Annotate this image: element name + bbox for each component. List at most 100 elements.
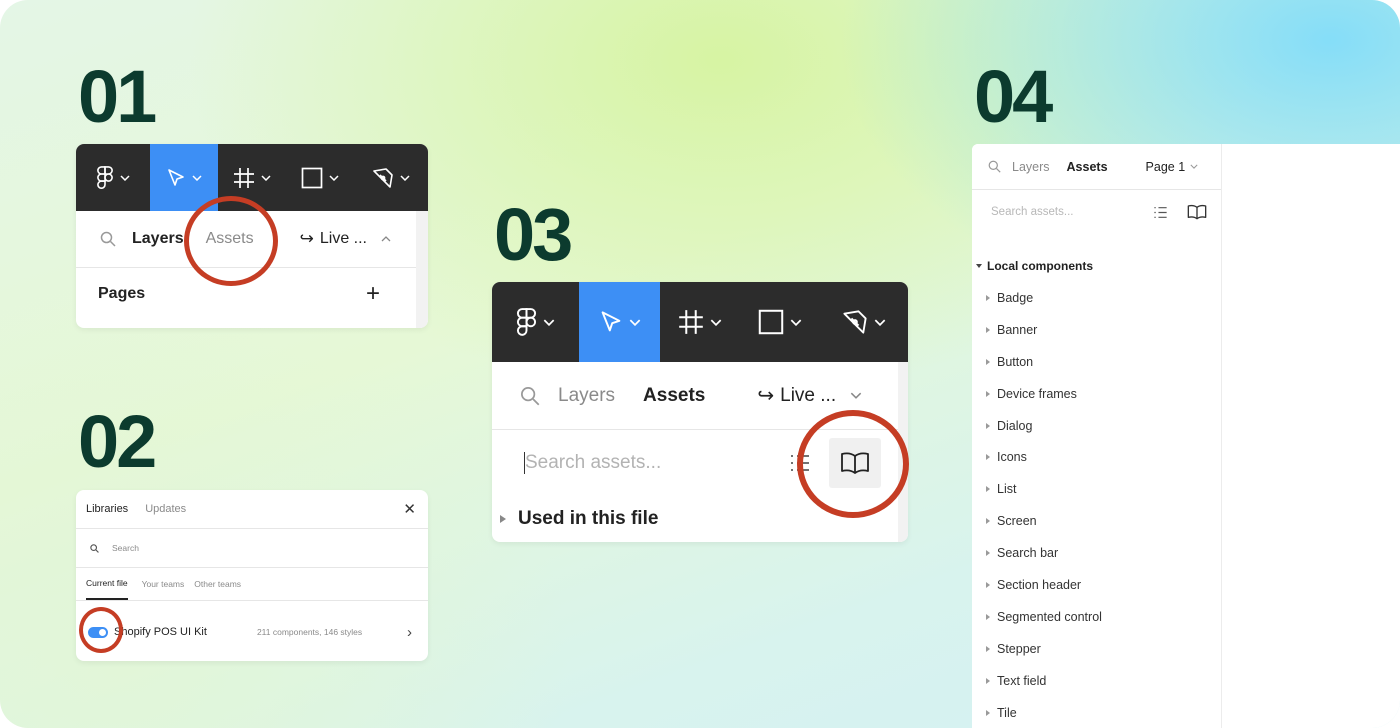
step-number-2: 02 [78,400,157,483]
book-icon[interactable] [1187,204,1207,220]
library-meta: 211 components, 146 styles [256,627,363,637]
step3-assets-panel: Layers Assets ↪ Live ... Search assets..… [492,282,908,542]
tab-assets[interactable]: Assets [643,385,705,407]
expand-triangle-icon [986,581,990,588]
assets-search-row: Search assets... [492,430,898,496]
tab-layers[interactable]: Layers [132,230,184,248]
filter-your-teams[interactable]: Your teams [142,579,185,589]
list-view-icon[interactable] [1153,205,1168,220]
component-item[interactable]: Device frames [972,378,1221,410]
component-item[interactable]: Section header [972,569,1221,601]
pen-tool-button[interactable] [820,282,908,362]
expand-triangle-icon [986,358,990,365]
chevron-down-icon [629,319,640,326]
move-tool-button[interactable] [579,282,660,362]
component-item[interactable]: Text field [972,665,1221,697]
shape-tool-button[interactable] [286,144,354,211]
library-row[interactable]: Shopify POS UI Kit 211 components, 146 s… [76,601,428,661]
move-tool-button[interactable] [150,144,218,211]
component-item[interactable]: Badge [972,282,1221,314]
component-item[interactable]: Search bar [972,537,1221,569]
tutorial-canvas: 01 02 03 04 Layers Assets ↪ Live ... Pag… [0,0,1400,728]
tab-assets[interactable]: Assets [1067,160,1108,174]
expand-triangle-icon [986,454,990,461]
chevron-down-icon[interactable] [850,392,862,399]
tab-assets[interactable]: Assets [206,230,254,248]
step4-search-row: Search assets... [972,190,1221,234]
figma-menu-button[interactable] [76,144,150,211]
tab-updates[interactable]: Updates [145,503,186,515]
chevron-down-icon [400,174,410,181]
expand-triangle-icon [986,294,990,301]
component-item[interactable]: Dialog [972,410,1221,442]
chevron-down-icon [790,319,802,326]
chevron-down-icon [329,174,339,181]
component-name: Device frames [997,386,1077,401]
component-item[interactable]: List [972,473,1221,505]
tab-layers[interactable]: Layers [1012,160,1050,174]
frame-grid-icon [679,310,703,334]
search-icon [100,231,116,247]
used-in-file-row[interactable]: Used in this file [492,496,898,542]
component-item[interactable]: Tile [972,697,1221,728]
chevron-down-icon [120,174,130,181]
filter-current-file[interactable]: Current file [86,568,128,600]
filter-other-teams[interactable]: Other teams [194,579,241,589]
expand-triangle-icon [986,677,990,684]
chevron-up-icon[interactable] [381,236,391,242]
close-icon[interactable]: ✕ [403,500,416,518]
pen-nib-icon [843,310,867,334]
shape-tool-button[interactable] [740,282,820,362]
chevron-right-icon[interactable]: › [407,624,412,641]
library-toggle[interactable] [88,626,108,638]
frame-tool-button[interactable] [218,144,286,211]
component-name: Tile [997,705,1017,720]
expand-triangle-icon [986,709,990,716]
frame-tool-button[interactable] [660,282,740,362]
chevron-down-icon [710,319,722,326]
section-local-components: Local components [987,259,1094,273]
component-name: Stepper [997,641,1041,656]
pen-tool-button[interactable] [354,144,428,211]
step-number-4: 04 [974,55,1053,138]
library-filters: Current file Your teams Other teams [76,568,428,600]
page-selector[interactable]: Page 1 [1146,160,1186,174]
rectangle-icon [301,167,323,188]
component-list: Badge Banner Button Device frames Dialog… [972,282,1221,728]
step3-tab-row: Layers Assets ↪ Live ... [492,362,898,430]
component-name: Search bar [997,546,1059,561]
local-components-header[interactable]: Local components [972,252,1221,280]
pages-heading: Pages [98,285,146,302]
chevron-down-icon [874,319,886,326]
cursor-arrow-icon [601,311,620,332]
tab-libraries[interactable]: Libraries [86,503,128,515]
step1-toolbar [76,144,428,211]
component-item[interactable]: Segmented control [972,601,1221,633]
libraries-search[interactable]: Search [76,529,428,567]
assets-search-input[interactable]: Search assets... [991,206,1073,218]
section-used-in-file: Used in this file [518,508,659,529]
component-item[interactable]: Icons [972,441,1221,473]
list-view-icon[interactable] [789,452,811,474]
chevron-down-icon[interactable] [1190,164,1198,169]
search-icon [521,386,540,405]
live-tab[interactable]: Live ... [780,385,836,407]
assets-search-input[interactable]: Search assets... [525,452,661,474]
redo-arrow-icon: ↪ [757,385,775,407]
search-icon [90,543,99,553]
live-tab[interactable]: Live ... [320,230,367,248]
add-page-button[interactable]: + [366,280,380,308]
component-name: List [997,482,1017,497]
component-item[interactable]: Stepper [972,633,1221,665]
cursor-arrow-icon [168,168,184,186]
tab-layers[interactable]: Layers [558,385,615,407]
component-name: Banner [997,322,1038,337]
team-library-button[interactable] [829,438,882,488]
scroll-gutter [898,362,908,542]
component-item[interactable]: Button [972,346,1221,378]
component-item[interactable]: Banner [972,314,1221,346]
figma-menu-button[interactable] [492,282,579,362]
expand-triangle-icon [986,645,990,652]
expand-triangle-icon [986,422,990,429]
component-item[interactable]: Screen [972,505,1221,537]
